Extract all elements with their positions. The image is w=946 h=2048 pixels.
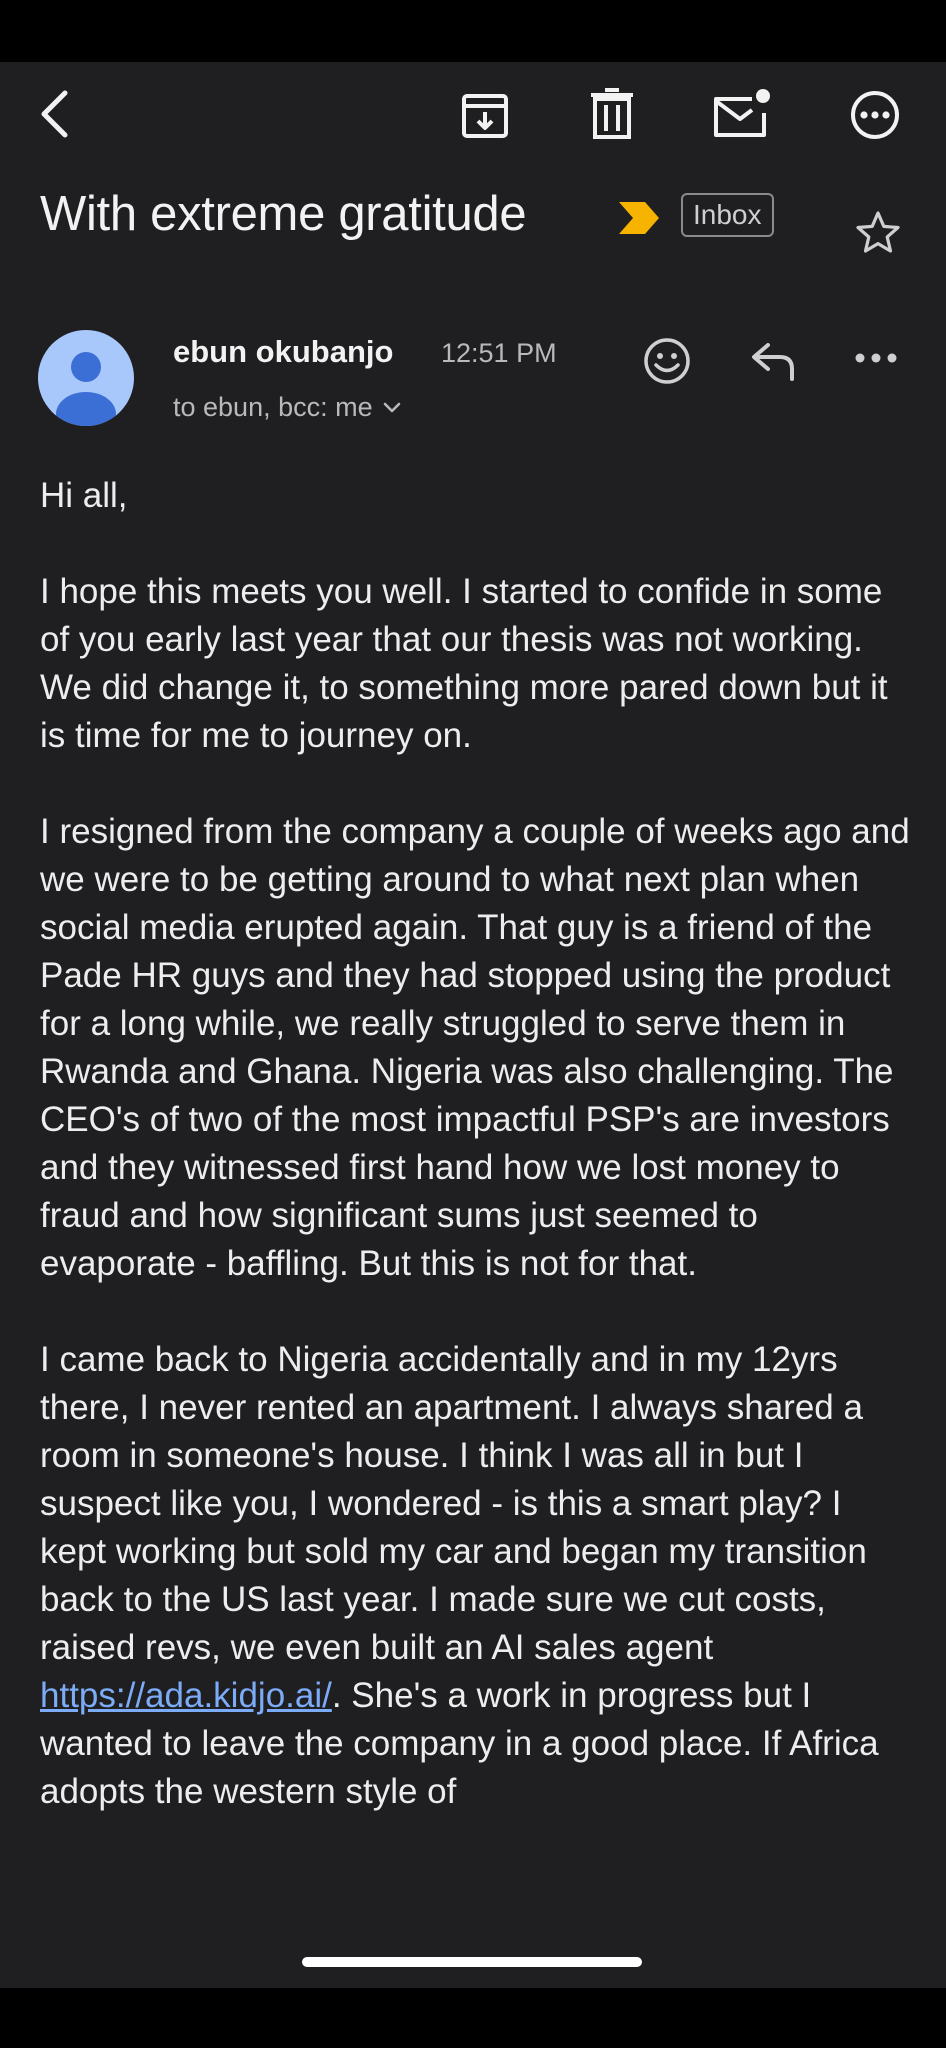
body-paragraph: I resigned from the company a couple of … <box>40 812 910 1283</box>
back-button[interactable] <box>30 88 78 140</box>
star-button[interactable] <box>855 210 901 254</box>
archive-button[interactable] <box>458 90 512 142</box>
email-body: Hi all, I hope this meets you well. I st… <box>40 472 910 1864</box>
mark-unread-button[interactable] <box>712 86 772 142</box>
more-options-button[interactable] <box>848 88 902 142</box>
chevron-down-icon <box>383 402 400 412</box>
importance-marker-icon[interactable] <box>617 200 661 241</box>
email-subject: With extreme gratitude <box>40 187 527 241</box>
react-button[interactable] <box>640 334 694 388</box>
reply-button[interactable] <box>748 338 800 384</box>
archive-icon <box>462 94 508 138</box>
sender-name[interactable]: ebun okubanjo <box>173 334 393 370</box>
trash-icon <box>591 88 633 139</box>
sent-time: 12:51 PM <box>441 338 557 368</box>
mail-unread-icon <box>714 89 770 137</box>
emoji-icon <box>644 338 690 384</box>
recipients-toggle[interactable]: to ebun, bcc: me <box>173 392 401 423</box>
inbox-label[interactable]: Inbox <box>681 193 774 237</box>
body-paragraph: Hi all, <box>40 476 128 515</box>
body-paragraph: I hope this meets you well. I started to… <box>40 572 888 755</box>
more-horizontal-icon <box>855 353 897 363</box>
bottom-bar <box>0 1988 946 2048</box>
message-more-button[interactable] <box>853 348 899 368</box>
body-text: I came back to Nigeria accidentally and … <box>40 1340 867 1667</box>
recipients-text: to ebun, bcc: me <box>173 392 373 422</box>
reply-icon <box>752 343 794 381</box>
body-paragraph: I came back to Nigeria accidentally and … <box>40 1336 910 1816</box>
avatar[interactable] <box>38 330 134 426</box>
link[interactable]: https://ada.kidjo.ai/ <box>40 1676 332 1715</box>
star-icon <box>856 211 900 253</box>
delete-button[interactable] <box>586 86 638 142</box>
status-bar <box>0 0 946 62</box>
back-icon <box>41 90 68 138</box>
home-indicator[interactable] <box>302 1957 642 1967</box>
more-icon <box>851 91 899 139</box>
